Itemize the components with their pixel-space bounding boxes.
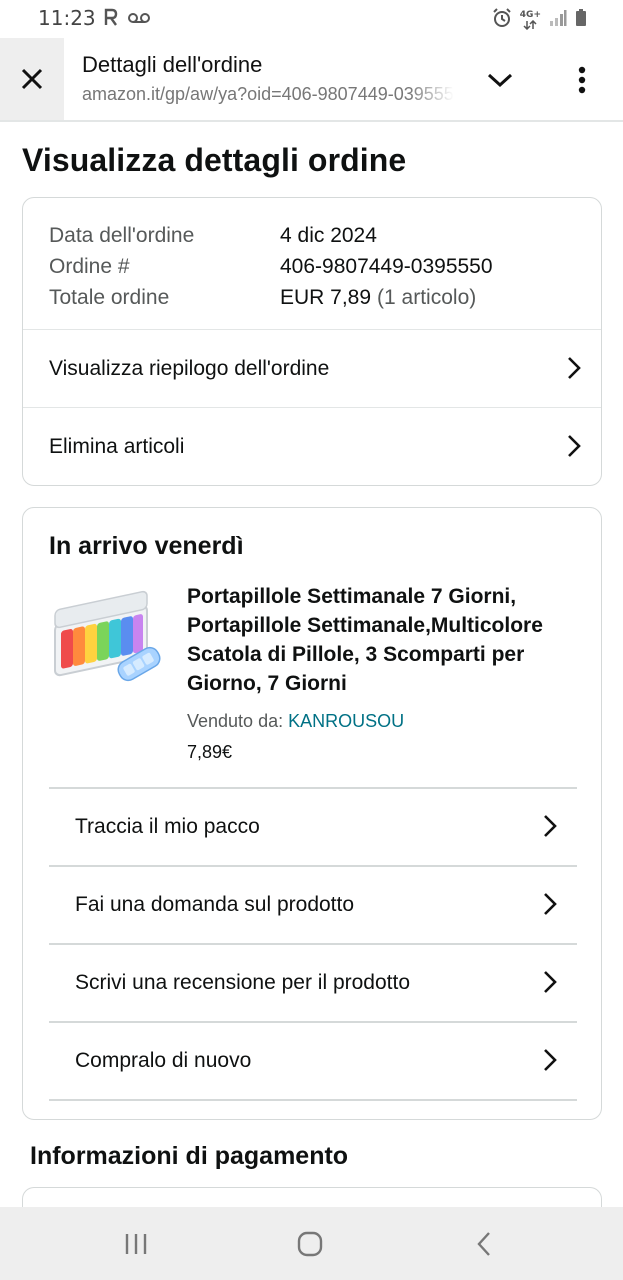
view-order-summary-label: Visualizza riepilogo dell'ordine bbox=[49, 356, 330, 380]
product-price: 7,89€ bbox=[187, 742, 233, 762]
seller-label: Venduto da: bbox=[187, 711, 284, 731]
payment-info-title: Informazioni di pagamento bbox=[30, 1142, 349, 1170]
status-left-icons bbox=[104, 8, 150, 30]
track-package-label: Traccia il mio pacco bbox=[75, 815, 260, 838]
buy-again-label: Compralo di nuovo bbox=[75, 1049, 252, 1072]
track-package-link[interactable]: Traccia il mio pacco bbox=[49, 787, 577, 865]
browser-header: Dettagli dell'ordine amazon.it/gp/aw/ya?… bbox=[0, 38, 623, 122]
order-summary-card: Data dell'ordine 4 dic 2024 Ordine # 406… bbox=[22, 197, 602, 486]
delivery-status-heading: In arrivo venerdì bbox=[49, 532, 244, 560]
r-icon bbox=[104, 8, 118, 30]
recents-icon bbox=[125, 1234, 147, 1254]
back-icon bbox=[477, 1232, 490, 1256]
divider bbox=[49, 1099, 577, 1101]
android-nav-bar bbox=[0, 1207, 623, 1280]
chevron-right-icon bbox=[544, 1049, 557, 1071]
order-number-label: Ordine # bbox=[49, 254, 130, 278]
close-button[interactable] bbox=[0, 38, 64, 120]
chevron-right-icon bbox=[544, 815, 557, 837]
order-total-label: Totale ordine bbox=[49, 285, 170, 309]
signal-icon bbox=[549, 9, 567, 31]
back-button[interactable] bbox=[464, 1229, 504, 1259]
browser-title: Dettagli dell'ordine bbox=[82, 52, 263, 77]
network-type-label: 4G+ bbox=[519, 9, 541, 20]
product-title-link[interactable]: Portapillole Settimanale 7 Giorni, Porta… bbox=[187, 582, 579, 698]
seller-link[interactable]: KANROUSOU bbox=[288, 711, 404, 731]
delivery-card: In arrivo venerdì Portapillole Settimana… bbox=[22, 507, 602, 1120]
home-button[interactable] bbox=[290, 1229, 330, 1259]
write-review-link[interactable]: Scrivi una recensione per il prodotto bbox=[49, 943, 577, 1021]
order-date-label: Data dell'ordine bbox=[49, 223, 195, 247]
recents-button[interactable] bbox=[116, 1229, 156, 1259]
chevron-right-icon bbox=[544, 893, 557, 915]
close-icon bbox=[21, 68, 43, 90]
status-bar: 11:23 4G+ bbox=[0, 0, 623, 38]
order-number-row: Ordine # 406-9807449-0395550 bbox=[49, 251, 493, 282]
browser-url[interactable]: amazon.it/gp/aw/ya?oid=406-9807449-03955… bbox=[82, 84, 454, 105]
chevron-down-icon bbox=[487, 73, 513, 88]
voicemail-icon bbox=[128, 10, 150, 29]
network-icon: 4G+ bbox=[519, 9, 541, 30]
view-order-summary-link[interactable]: Visualizza riepilogo dell'ordine bbox=[23, 329, 601, 407]
expand-button[interactable] bbox=[480, 60, 520, 100]
order-number-value: 406-9807449-0395550 bbox=[280, 254, 493, 278]
remove-items-link[interactable]: Elimina articoli bbox=[23, 407, 601, 485]
order-total-value: EUR 7,89 bbox=[280, 285, 372, 309]
home-icon bbox=[297, 1231, 323, 1257]
seller-line: Venduto da: KANROUSOU bbox=[187, 711, 404, 732]
remove-items-label: Elimina articoli bbox=[49, 434, 185, 458]
chevron-right-icon bbox=[568, 435, 581, 457]
status-time: 11:23 bbox=[38, 6, 96, 30]
alarm-icon bbox=[492, 8, 512, 32]
ask-question-label: Fai una domanda sul prodotto bbox=[75, 893, 355, 916]
order-info: Data dell'ordine 4 dic 2024 Ordine # 406… bbox=[49, 220, 493, 313]
more-options-button[interactable] bbox=[562, 60, 602, 100]
pill-organizer-image[interactable] bbox=[47, 582, 163, 694]
chevron-right-icon bbox=[544, 971, 557, 993]
order-item-count: (1 articolo) bbox=[377, 285, 477, 309]
order-total-row: Totale ordine EUR 7,89 (1 articolo) bbox=[49, 282, 493, 313]
order-date-row: Data dell'ordine 4 dic 2024 bbox=[49, 220, 493, 251]
order-date-value: 4 dic 2024 bbox=[280, 223, 377, 247]
more-vert-icon bbox=[578, 66, 586, 94]
status-right-icons: 4G+ bbox=[492, 8, 587, 32]
buy-again-link[interactable]: Compralo di nuovo bbox=[49, 1021, 577, 1099]
battery-icon bbox=[575, 9, 587, 31]
write-review-label: Scrivi una recensione per il prodotto bbox=[75, 971, 411, 994]
page-title: Visualizza dettagli ordine bbox=[22, 142, 407, 178]
chevron-right-icon bbox=[568, 357, 581, 379]
ask-question-link[interactable]: Fai una domanda sul prodotto bbox=[49, 865, 577, 943]
